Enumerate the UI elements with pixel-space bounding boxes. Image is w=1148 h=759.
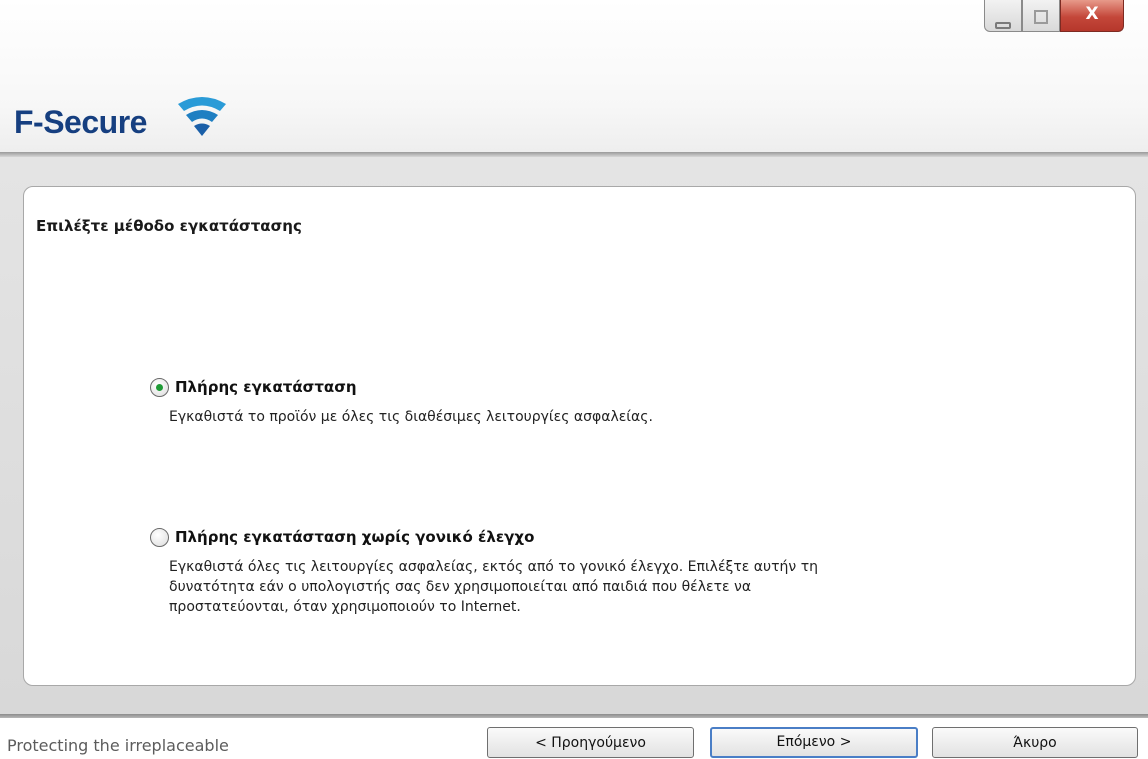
radio-full-install-no-parental[interactable] (150, 528, 169, 547)
option-title[interactable]: Πλήρης εγκατάσταση (175, 378, 357, 397)
back-button[interactable]: < Προηγούμενο (487, 727, 694, 758)
cancel-button[interactable]: Άκυρο (932, 727, 1138, 758)
f-secure-logo-icon (178, 97, 226, 136)
page-title: Επιλέξτε μέθοδο εγκατάστασης (36, 217, 302, 235)
option-description: Εγκαθιστά το προϊόν με όλες τις διαθέσιμ… (169, 407, 653, 427)
radio-selected-dot (156, 384, 163, 391)
description-line: Εγκαθιστά όλες τις λειτουργίες ασφαλείας… (169, 559, 818, 575)
next-button[interactable]: Επόμενο > (710, 727, 918, 758)
option-title[interactable]: Πλήρης εγκατάσταση χωρίς γονικό έλεγχο (175, 528, 534, 547)
option-description: Εγκαθιστά όλες τις λειτουργίες ασφαλείας… (169, 557, 818, 617)
description-line: προστατεύονται, όταν χρησιμοποιούν το In… (169, 599, 521, 615)
close-button[interactable]: X (1060, 0, 1124, 32)
minimize-icon (985, 14, 1021, 33)
maximize-button[interactable] (1022, 0, 1060, 32)
tagline: Protecting the irreplaceable (7, 736, 229, 755)
maximize-icon (1023, 9, 1059, 28)
f-secure-logo-text: F-Secure (14, 104, 147, 140)
description-line: δυνατότητα εάν ο υπολογιστής σας δεν χρη… (169, 579, 752, 595)
description-line: Εγκαθιστά το προϊόν με όλες τις διαθέσιμ… (169, 409, 653, 425)
radio-full-install[interactable] (150, 378, 169, 397)
close-icon: X (1085, 4, 1099, 24)
minimize-button[interactable] (984, 0, 1022, 32)
installer-header (0, 0, 1148, 152)
